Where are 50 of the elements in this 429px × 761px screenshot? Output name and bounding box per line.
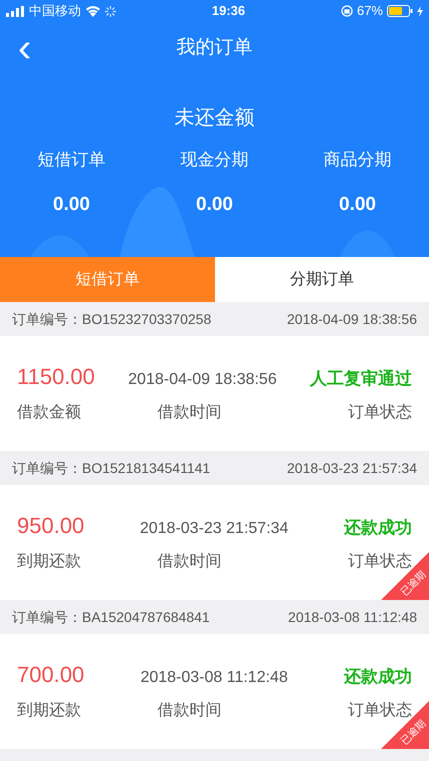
summary-label: 商品分期 xyxy=(324,149,392,171)
summary-title: 未还金额 xyxy=(174,106,254,131)
summary-value: 0.00 xyxy=(339,192,376,216)
order-status: 人工复审通过 xyxy=(310,368,412,390)
overdue-ribbon xyxy=(381,552,429,600)
order-status: 还款成功 xyxy=(344,666,412,688)
time-label: 借款时间 xyxy=(158,700,222,721)
order-created-time: 2018-03-23 21:57:34 xyxy=(287,458,417,478)
overdue-label: 已逾期 xyxy=(400,718,428,748)
time-label: 借款时间 xyxy=(158,552,222,572)
spinner-icon xyxy=(105,6,116,16)
clock-time: 19:36 xyxy=(212,2,246,20)
status-label: 订单状态 xyxy=(348,700,412,721)
order-number: 订单编号：BA15204787684841 xyxy=(12,608,210,626)
summary-value: 0.00 xyxy=(53,192,90,216)
order-number: 订单编号：BO15218134541141 xyxy=(12,458,210,478)
order-number: 订单编号：BO15232703370258 xyxy=(12,310,212,328)
page-title: 我的订单 xyxy=(176,36,252,60)
order-amount: 700.00 xyxy=(17,661,84,689)
order-created-time: 2018-03-08 11:12:48 xyxy=(288,608,417,626)
loan-time: 2018-04-09 18:38:56 xyxy=(128,370,277,390)
charging-icon xyxy=(417,6,423,16)
summary-label: 现金分期 xyxy=(180,149,248,171)
loan-time: 2018-03-08 11:12:48 xyxy=(140,668,288,688)
carrier-name: 中国移动 xyxy=(29,2,81,20)
order-amount: 950.00 xyxy=(17,512,84,540)
order-card[interactable]: 1150.00 2018-04-09 18:38:56 人工复审通过 借款金额 借款时间 订单状态 xyxy=(0,336,429,451)
overdue-ribbon xyxy=(381,701,429,749)
order-card[interactable]: 950.00 2018-03-23 21:57:34 还款成功 到期还款 借款时间 订单状态 已逾期 xyxy=(0,485,429,600)
summary-label: 短借订单 xyxy=(38,149,106,171)
amount-label: 到期还款 xyxy=(17,552,81,572)
order-status: 还款成功 xyxy=(344,517,412,539)
status-label: 订单状态 xyxy=(348,552,412,572)
order-card[interactable]: 700.00 2018-03-08 11:12:48 还款成功 到期还款 借款时间 订单状态 已逾期 xyxy=(0,634,429,749)
wifi-icon xyxy=(85,5,101,17)
summary-value: 0.00 xyxy=(196,192,233,216)
time-label: 借款时间 xyxy=(158,402,222,423)
amount-label: 到期还款 xyxy=(17,701,81,721)
rotation-lock-icon xyxy=(340,5,353,17)
order-amount: 1150.00 xyxy=(17,363,95,391)
loan-time: 2018-03-23 21:57:34 xyxy=(140,519,288,539)
battery-icon xyxy=(387,5,413,17)
back-button[interactable]: ‹ xyxy=(18,28,32,68)
tab[interactable]: 分期订单 xyxy=(214,257,429,302)
battery-percent: 67% xyxy=(356,2,383,20)
signal-icon xyxy=(6,6,25,16)
order-created-time: 2018-04-09 18:38:56 xyxy=(287,310,417,328)
status-label: 订单状态 xyxy=(348,402,412,423)
amount-label: 借款金额 xyxy=(17,402,81,423)
overdue-label: 已逾期 xyxy=(400,570,428,598)
